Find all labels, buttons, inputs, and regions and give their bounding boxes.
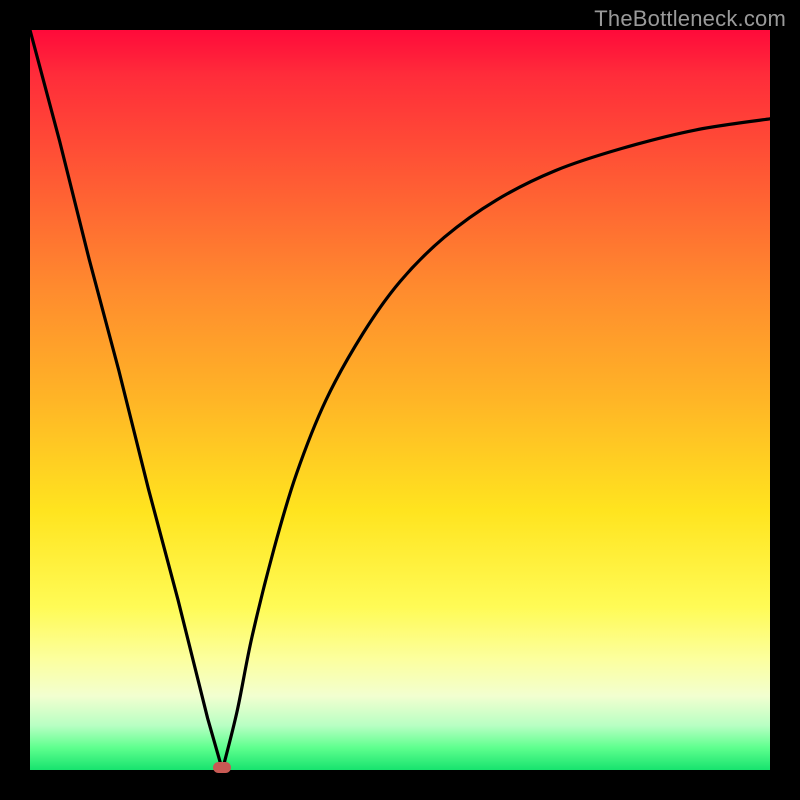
- bottleneck-curve: [30, 30, 770, 770]
- plot-area: [30, 30, 770, 770]
- curve-left-branch: [30, 30, 222, 770]
- chart-frame: TheBottleneck.com: [0, 0, 800, 800]
- curve-right-branch: [222, 119, 770, 770]
- min-marker: [213, 762, 231, 773]
- watermark-text: TheBottleneck.com: [594, 6, 786, 32]
